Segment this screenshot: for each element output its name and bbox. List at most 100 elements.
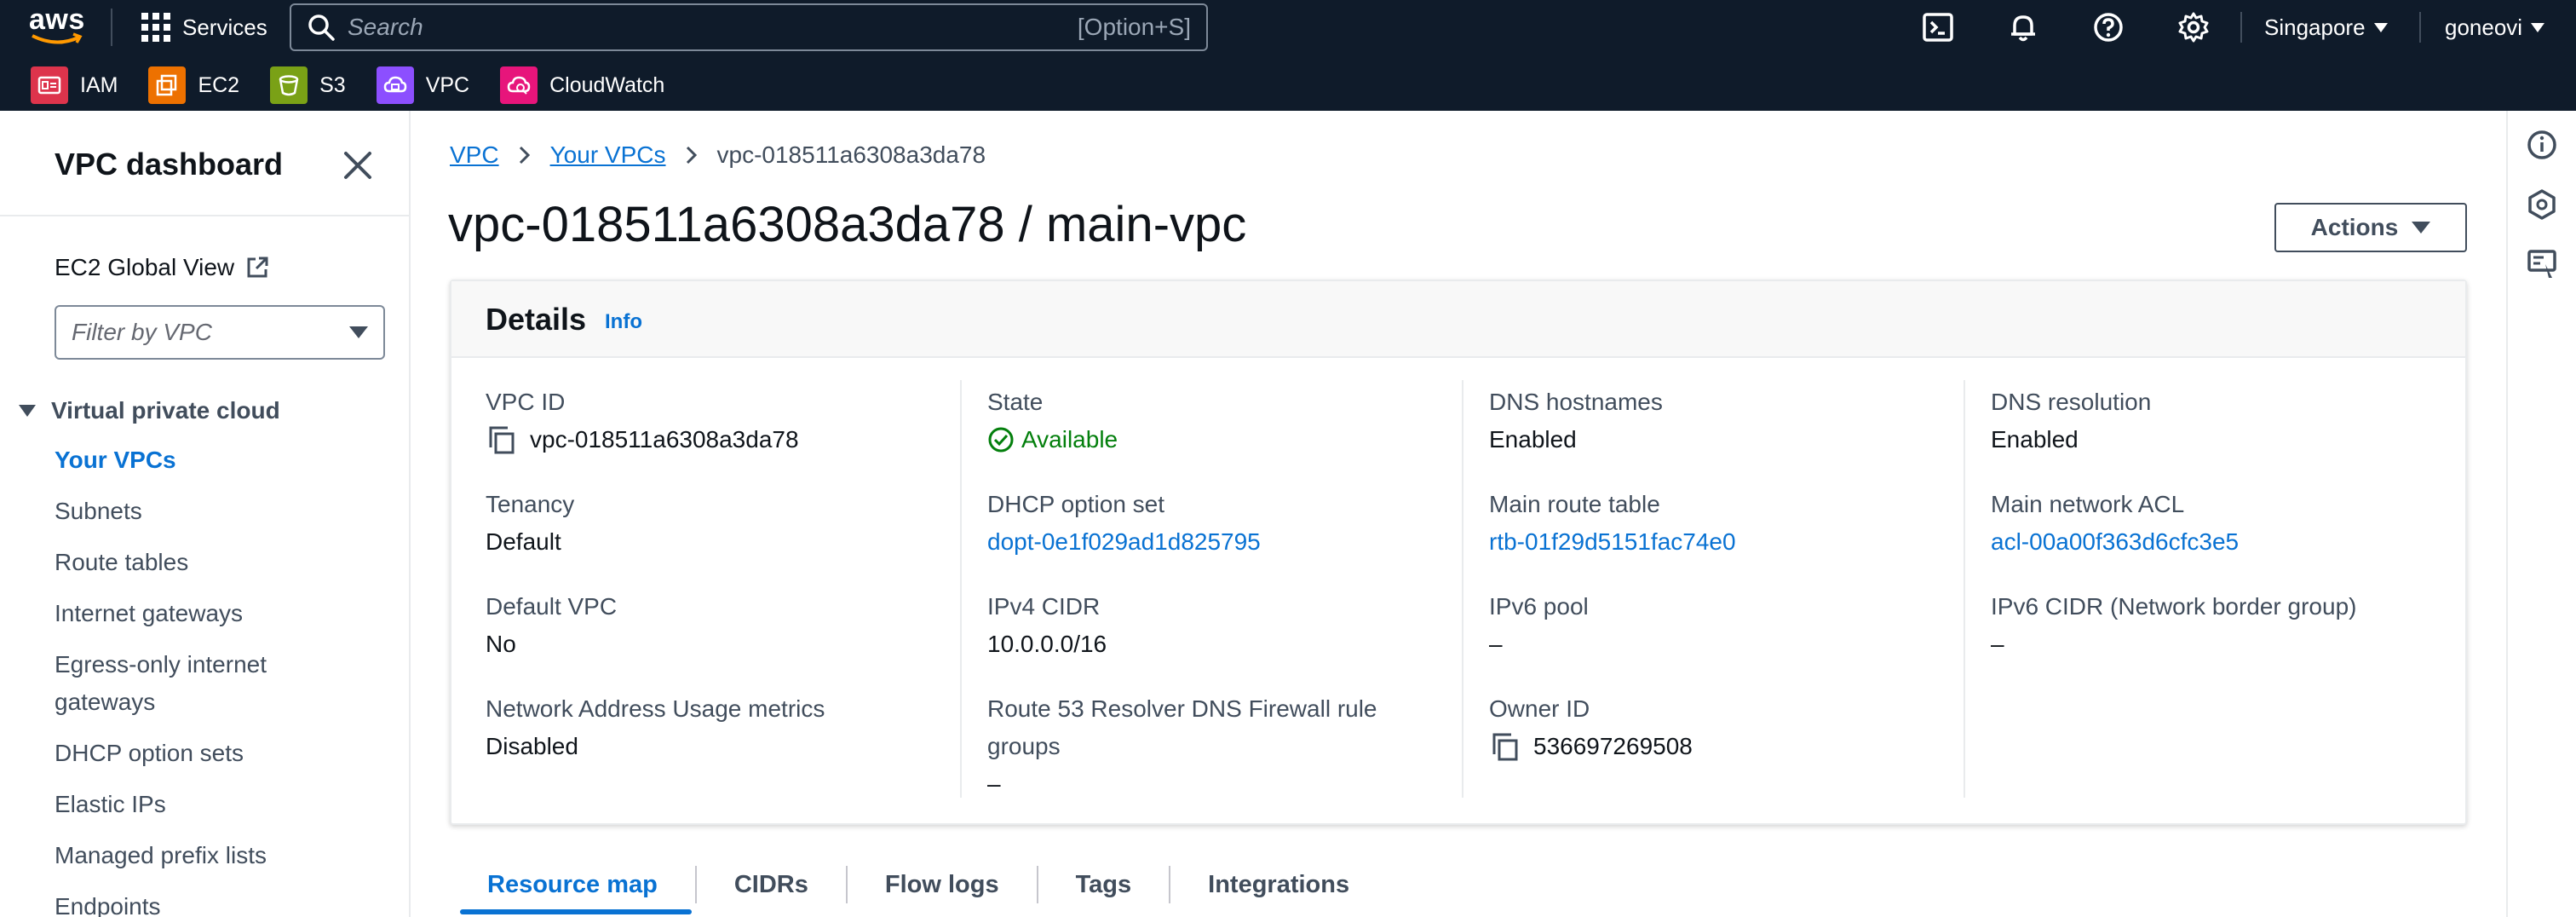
resource-explorer-icon[interactable] [2525,187,2559,222]
region-selector[interactable]: Singapore [2264,12,2388,43]
side-navigation: VPC dashboard EC2 Global View Filter by … [0,111,411,917]
search-input[interactable] [348,10,1078,44]
search-shortcut-hint: [Option+S] [1077,14,1191,40]
field-label: Main route table [1489,491,1660,517]
sidebar-divider [0,215,411,216]
field-label: IPv6 CIDR (Network border group) [1991,593,2357,620]
field-ipv6-pool: IPv6 pool – [1489,588,1589,663]
sidebar-item-endpoints[interactable]: Endpoints [55,888,378,917]
top-navigation: aws Services [Option+S] [0,0,2576,111]
services-grid-icon [141,13,170,42]
tutorial-panel-icon[interactable] [2525,247,2559,281]
field-label: IPv6 pool [1489,593,1589,620]
tab-tags[interactable]: Tags [1038,855,1170,914]
field-label: Main network ACL [1991,491,2185,517]
tab-resource-map[interactable]: Resource map [450,855,695,914]
nav-divider [111,9,112,46]
detail-tabs: Resource map CIDRs Flow logs Tags Integr… [450,852,1387,917]
field-dhcp-option-set: DHCP option set dopt-0e1f029ad1d825795 [987,486,1261,561]
filter-by-vpc-select[interactable]: Filter by VPC [55,305,385,360]
sidebar-item-subnets[interactable]: Subnets [55,493,378,530]
main-network-acl-link[interactable]: acl-00a00f363d6cfc3e5 [1991,523,2239,561]
settings-gear-icon[interactable] [2176,10,2211,44]
filter-by-vpc-placeholder: Filter by VPC [72,319,212,345]
tools-rail [2506,111,2576,917]
field-value: vpc-018511a6308a3da78 [486,421,799,458]
field-value: Available [987,421,1118,458]
favorite-vpc[interactable]: VPC [376,66,470,104]
field-vpc-id: VPC ID vpc-018511a6308a3da78 [486,384,799,458]
cloudshell-icon[interactable] [1921,10,1955,44]
aws-logo[interactable]: aws [29,3,89,46]
sidebar-item-route-tables[interactable]: Route tables [55,544,378,581]
sidebar-item-dhcp-option-sets[interactable]: DHCP option sets [55,735,378,772]
search-icon [308,14,335,41]
account-name: goneovi [2445,14,2523,40]
iam-service-icon [31,66,68,104]
field-label: Tenancy [486,491,575,517]
details-column-1: VPC ID vpc-018511a6308a3da78 Tenancy Def… [451,384,954,793]
favorite-ec2[interactable]: EC2 [148,66,239,104]
search-bar[interactable]: [Option+S] [290,3,1208,51]
details-title: Details [486,302,587,337]
ec2-global-view-link[interactable]: EC2 Global View [55,254,270,281]
field-label: DNS resolution [1991,389,2152,415]
tab-integrations[interactable]: Integrations [1170,855,1387,914]
actions-button[interactable]: Actions [2274,203,2467,252]
info-icon[interactable] [2525,128,2559,162]
field-network-address-usage-metrics: Network Address Usage metrics Disabled [486,690,825,765]
sidebar-item-managed-prefix-lists[interactable]: Managed prefix lists [55,837,378,874]
field-value: – [1489,631,1503,657]
field-dns-hostnames: DNS hostnames Enabled [1489,384,1663,458]
chevron-right-icon [519,146,530,164]
services-menu-button[interactable]: Services [141,12,267,43]
page-title: vpc-018511a6308a3da78 / main-vpc [448,197,1247,252]
info-link[interactable]: Info [605,310,642,334]
field-default-vpc: Default VPC No [486,588,617,663]
nav-divider [2240,12,2242,43]
field-label: Default VPC [486,593,618,620]
breadcrumb-vpc-link[interactable]: VPC [450,141,499,169]
services-label: Services [182,14,267,40]
sidebar-title[interactable]: VPC dashboard [55,147,283,182]
main-route-table-link[interactable]: rtb-01f29d5151fac74e0 [1489,523,1736,561]
field-label: State [987,389,1044,415]
close-icon[interactable] [339,147,377,184]
s3-bucket-icon [270,66,308,104]
favorite-cloudwatch[interactable]: CloudWatch [500,66,664,104]
sidebar-item-elastic-ips[interactable]: Elastic IPs [55,786,378,823]
field-state: State Available [987,384,1118,458]
field-value: Default [486,528,561,555]
tab-cidrs[interactable]: CIDRs [697,855,846,914]
cloudwatch-icon [500,66,538,104]
favorite-label: VPC [425,72,470,97]
favorite-iam[interactable]: IAM [31,66,118,104]
account-menu[interactable]: goneovi [2445,12,2545,43]
copy-icon[interactable] [1489,730,1521,763]
favorite-label: S3 [319,72,346,97]
copy-icon[interactable] [486,424,518,456]
field-value: No [486,631,516,657]
breadcrumb-your-vpcs-link[interactable]: Your VPCs [550,141,666,169]
section-virtual-private-cloud[interactable]: Virtual private cloud [19,397,280,424]
help-icon[interactable] [2091,10,2125,44]
tab-flow-logs[interactable]: Flow logs [848,855,1037,914]
aws-smile-icon [32,32,83,44]
field-ipv4-cidr: IPv4 CIDR 10.0.0.0/16 [987,588,1107,663]
sidebar-item-your-vpcs[interactable]: Your VPCs [55,441,378,479]
favorite-s3[interactable]: S3 [270,66,346,104]
sidebar-item-egress-only-internet-gateways[interactable]: Egress-only internet gateways [55,646,310,721]
sidebar-item-internet-gateways[interactable]: Internet gateways [55,595,378,632]
notifications-bell-icon[interactable] [2006,10,2040,44]
field-value: Enabled [1991,426,2079,453]
dhcp-option-set-link[interactable]: dopt-0e1f029ad1d825795 [987,523,1261,561]
favorite-label: EC2 [198,72,240,97]
field-main-network-acl: Main network ACL acl-00a00f363d6cfc3e5 [1991,486,2239,561]
ec2-global-view-label: EC2 Global View [55,254,235,280]
vpc-cloud-icon [376,66,414,104]
field-value: Enabled [1489,426,1577,453]
owner-id-value: 536697269508 [1533,733,1693,759]
chevron-right-icon [686,146,697,164]
details-header: Details Info [451,281,2465,358]
vpc-id-value: vpc-018511a6308a3da78 [530,426,799,453]
